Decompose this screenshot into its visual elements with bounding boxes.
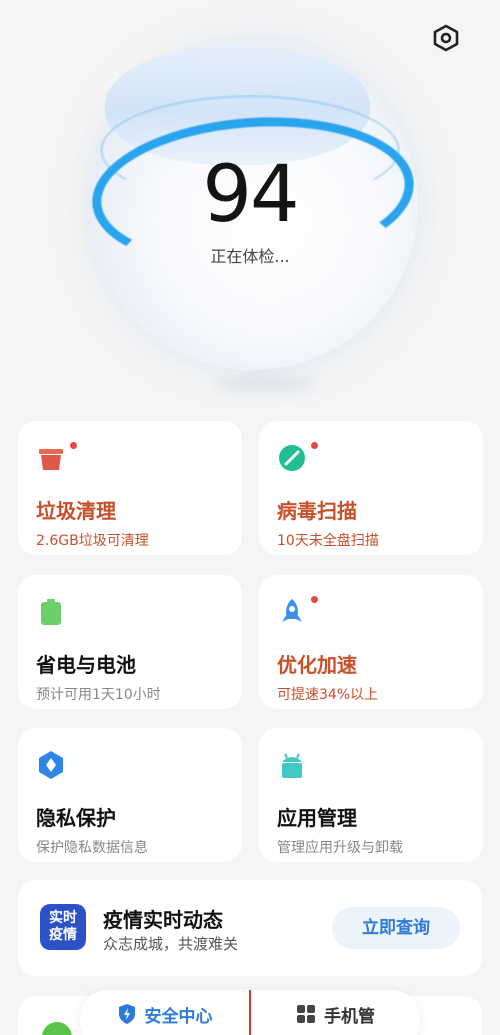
banner-subtitle: 众志成城，共渡难关 bbox=[103, 935, 239, 953]
epidemic-logo-line1: 实时 bbox=[49, 910, 77, 926]
health-check-hero: 94 正在体检... bbox=[0, 0, 500, 410]
trash-icon bbox=[36, 443, 66, 473]
battery-icon bbox=[36, 597, 66, 627]
tab-security-label: 安全中心 bbox=[144, 1006, 213, 1027]
card-subtitle: 可提速34%以上 bbox=[277, 687, 379, 703]
grid-icon bbox=[297, 1005, 315, 1023]
android-icon bbox=[277, 750, 307, 780]
card-subtitle: 预计可用1天10小时 bbox=[36, 687, 161, 703]
tab-manager-label: 手机管 bbox=[324, 1006, 375, 1027]
card-subtitle: 保护隐私数据信息 bbox=[36, 840, 148, 856]
privacy-shield-icon bbox=[36, 750, 66, 780]
shield-lightning-icon bbox=[118, 1004, 135, 1024]
card-title: 优化加速 bbox=[277, 653, 357, 677]
check-status: 正在体检... bbox=[210, 247, 290, 266]
card-title: 病毒扫描 bbox=[277, 499, 357, 523]
tab-phone-manager[interactable]: 手机管 bbox=[249, 990, 420, 1035]
card-junk-clean[interactable]: 垃圾清理 2.6GB垃圾可清理 bbox=[18, 421, 242, 555]
card-optimize[interactable]: 优化加速 可提速34%以上 bbox=[259, 575, 483, 709]
card-title: 垃圾清理 bbox=[36, 499, 116, 523]
banner-title: 疫情实时动态 bbox=[103, 908, 223, 932]
query-now-button[interactable]: 立即查询 bbox=[332, 907, 460, 949]
virus-scan-icon bbox=[277, 443, 307, 473]
bottom-tab-bar: 安全中心 手机管 bbox=[80, 990, 420, 1035]
card-privacy[interactable]: 隐私保护 保护隐私数据信息 bbox=[18, 728, 242, 862]
card-title: 应用管理 bbox=[277, 806, 357, 830]
card-alert-dot bbox=[70, 442, 77, 449]
epidemic-banner[interactable]: 实时 疫情 疫情实时动态 众志成城，共渡难关 立即查询 bbox=[18, 880, 482, 976]
card-battery[interactable]: 省电与电池 预计可用1天10小时 bbox=[18, 575, 242, 709]
card-app-manage[interactable]: 应用管理 管理应用升级与卸载 bbox=[259, 728, 483, 862]
card-alert-dot bbox=[311, 596, 318, 603]
health-score: 94 bbox=[202, 150, 299, 240]
card-alert-dot bbox=[311, 442, 318, 449]
orb-shadow bbox=[215, 375, 315, 393]
rocket-icon bbox=[277, 597, 307, 627]
card-title: 隐私保护 bbox=[36, 806, 116, 830]
epidemic-logo-line2: 疫情 bbox=[49, 927, 77, 943]
card-title: 省电与电池 bbox=[36, 653, 136, 677]
card-subtitle: 10天未全盘扫描 bbox=[277, 533, 379, 549]
card-subtitle: 2.6GB垃圾可清理 bbox=[36, 533, 149, 549]
tab-security-center[interactable]: 安全中心 bbox=[80, 990, 249, 1035]
epidemic-logo: 实时 疫情 bbox=[40, 904, 86, 950]
card-virus-scan[interactable]: 病毒扫描 10天未全盘扫描 bbox=[259, 421, 483, 555]
card-subtitle: 管理应用升级与卸载 bbox=[277, 840, 403, 856]
